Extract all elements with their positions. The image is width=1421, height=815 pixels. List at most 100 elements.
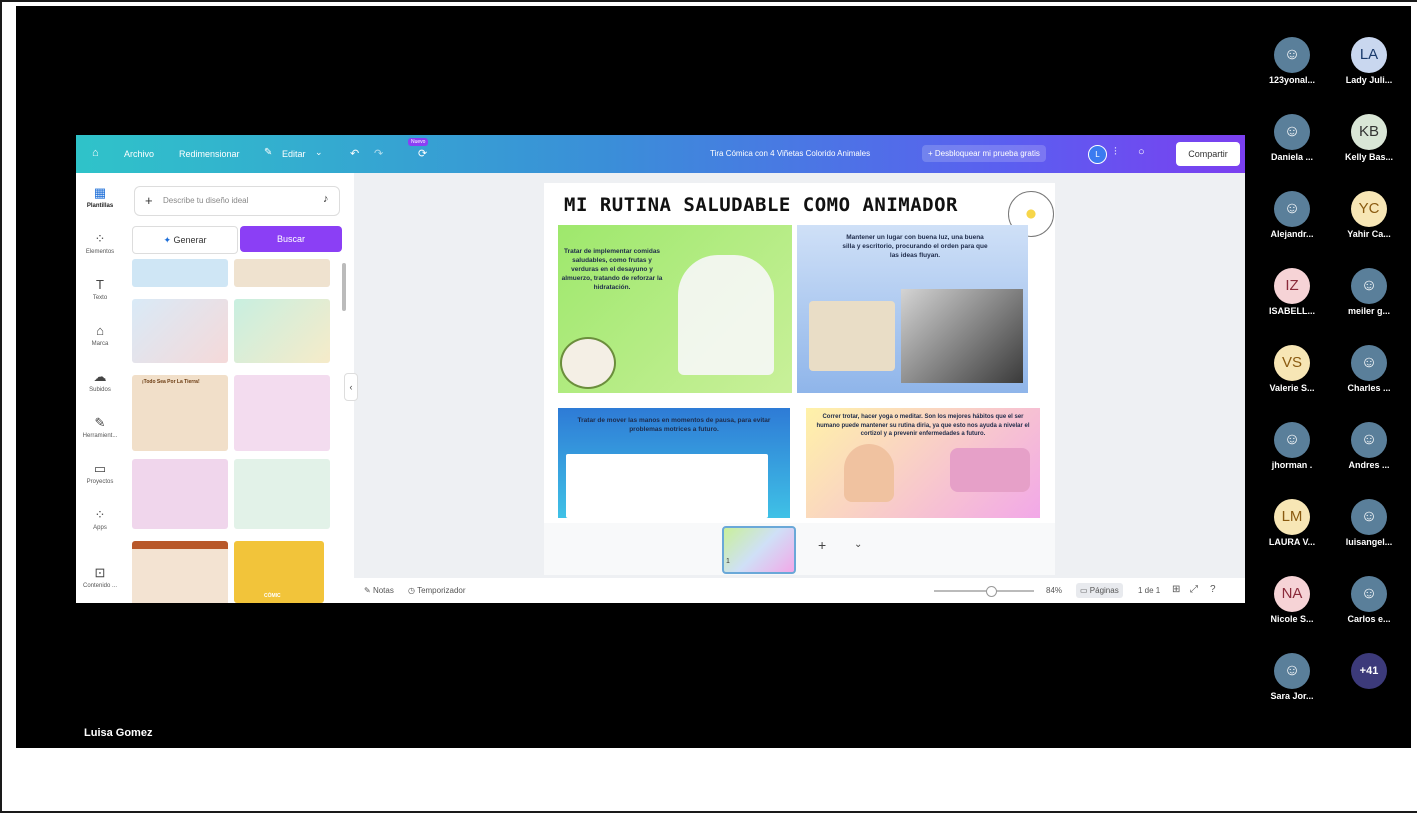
hand-exercise-sheet (566, 454, 768, 518)
participant-tile[interactable]: LM LAURA V... (1262, 499, 1322, 547)
participant-name: Carlos e... (1347, 614, 1391, 624)
illustration-yoga-woman (844, 444, 894, 502)
plus-icon: + (145, 193, 153, 208)
timer-button[interactable]: ◷ Temporizador (408, 586, 466, 595)
rail-templates[interactable]: ▦ Plantillas (76, 185, 124, 209)
pages-button[interactable]: ▭ Páginas (1076, 583, 1123, 598)
brand-icon: ⌂ (96, 323, 104, 338)
icon-rail: ▦ Plantillas ⁘ Elementos T Texto ⌂ Marca ☁ Su… (76, 173, 125, 603)
sync-icon[interactable]: ⟳ (418, 147, 427, 160)
template-thumb[interactable] (132, 299, 228, 363)
participant-name: luisangel... (1345, 537, 1393, 547)
elements-icon: ⁘ (94, 231, 106, 246)
participant-tile[interactable]: LA Lady Juli... (1339, 37, 1399, 85)
template-title: ¡Todo Sea Por La Tierra! (142, 379, 200, 385)
rail-text[interactable]: T Texto (76, 277, 124, 301)
card-text-workspace: Mantener un lugar con buena luz, una bue… (842, 234, 988, 259)
collapse-panel-button[interactable]: ‹ (344, 373, 358, 401)
apps-icon: ⁘ (94, 507, 106, 522)
person-icon: ☺ (1351, 268, 1387, 304)
participant-tile[interactable]: ☺ Andres ... (1339, 422, 1399, 470)
template-thumb[interactable] (234, 259, 330, 287)
nuevo-badge: Nuevo (408, 138, 429, 146)
participant-tile[interactable]: ☺ 123yonal... (1262, 37, 1322, 85)
page-thumbnail-number: 1 (726, 558, 730, 565)
menu-redimensionar[interactable]: Redimensionar (179, 149, 240, 159)
participant-tile[interactable]: ☺ meiler g... (1339, 268, 1399, 316)
rail-uploads[interactable]: ☁ Subidos (76, 369, 124, 393)
template-thumb[interactable] (132, 459, 228, 529)
panel-scrollbar[interactable] (342, 263, 346, 311)
content-icon: ⊡ (94, 565, 106, 580)
participant-tile[interactable]: ☺ Charles ... (1339, 345, 1399, 393)
menu-editar[interactable]: Editar (282, 149, 306, 159)
person-icon: ☺ (1351, 499, 1387, 535)
participant-avatar: KB (1351, 114, 1387, 150)
zoom-slider-handle[interactable] (986, 586, 997, 597)
participant-tile[interactable]: ☺ Alejandr... (1262, 191, 1322, 239)
unlock-trial-button[interactable]: + Desbloquear mi prueba gratis (922, 145, 1046, 162)
menu-archivo[interactable]: Archivo (124, 149, 154, 159)
rail-tools[interactable]: ✎ Herramient... (76, 415, 124, 439)
canva-topbar: ⌂ Archivo Redimensionar ✎ Editar ⌄ ↶ ↷ N… (76, 135, 1245, 173)
participant-tile[interactable]: +41 (1339, 653, 1399, 691)
generate-button[interactable]: ✦ Generar (132, 226, 238, 254)
participant-tile[interactable]: KB Kelly Bas... (1339, 114, 1399, 162)
participant-avatar: +41 (1351, 653, 1387, 689)
rail-projects[interactable]: ▭ Proyectos (76, 461, 124, 485)
participant-name: Nicole S... (1270, 614, 1314, 624)
share-button[interactable]: Compartir (1176, 142, 1240, 166)
zoom-slider[interactable] (934, 586, 1034, 597)
notes-button[interactable]: ✎ Notas (364, 586, 394, 595)
microphone-icon[interactable]: ♪ (323, 193, 329, 205)
template-thumb[interactable] (234, 299, 330, 363)
document-title[interactable]: Tira Cómica con 4 Viñetas Colorido Anima… (710, 149, 870, 158)
template-thumb[interactable]: Cuento Titlo (132, 541, 228, 603)
rail-brand[interactable]: ⌂ Marca (76, 323, 124, 347)
participant-tile[interactable]: ☺ Carlos e... (1339, 576, 1399, 624)
comment-icon[interactable]: ○ (1138, 146, 1145, 158)
chevron-down-icon[interactable]: ⌄ (315, 147, 323, 158)
fullscreen-icon[interactable]: ⤢ (1190, 584, 1198, 595)
home-icon[interactable]: ⌂ (92, 147, 99, 159)
redo-icon[interactable]: ↷ (374, 147, 383, 160)
add-page-icon[interactable]: + (818, 537, 826, 553)
rail-content[interactable]: ⊡ Contenido ... (76, 565, 124, 589)
person-icon: ☺ (1274, 37, 1310, 73)
illustration-woman-eating (678, 255, 774, 375)
participant-tile[interactable]: ☺ jhorman . (1262, 422, 1322, 470)
chevron-down-icon[interactable]: ⌄ (854, 539, 862, 550)
user-avatar[interactable]: L (1088, 145, 1107, 164)
rail-apps[interactable]: ⁘ Apps (76, 507, 124, 531)
search-button[interactable]: Buscar (240, 226, 342, 252)
template-thumb[interactable]: CÓMIC (234, 541, 324, 603)
pages-icon: ▭ (1080, 586, 1088, 595)
rail-elements[interactable]: ⁘ Elementos (76, 231, 124, 255)
card-text-food: Tratar de implementar comidas saludables… (561, 248, 663, 291)
zoom-level[interactable]: 84% (1046, 586, 1062, 595)
template-thumb[interactable]: ¡Todo Sea Por La Tierra! (132, 375, 228, 451)
design-title[interactable]: MI RUTINA SALUDABLE COMO ANIMADOR (564, 194, 958, 216)
template-thumb[interactable] (234, 375, 330, 451)
analytics-icon[interactable]: ⫶ (1114, 146, 1117, 159)
participant-tile[interactable]: VS Valerie S... (1262, 345, 1322, 393)
participant-name: Lady Juli... (1345, 75, 1393, 85)
canva-bottombar: ✎ Notas ◷ Temporizador 84% ▭ Páginas 1 d… (354, 578, 1245, 603)
participant-tile[interactable]: ☺ Daniela ... (1262, 114, 1322, 162)
undo-icon[interactable]: ↶ (350, 147, 359, 160)
grid-view-icon[interactable]: ⊞ (1172, 584, 1180, 595)
timer-icon: ◷ (408, 586, 415, 595)
card-text-exercise: Correr trotar, hacer yoga o meditar. Son… (816, 414, 1030, 437)
template-thumb[interactable] (234, 459, 330, 529)
participant-tile[interactable]: IZ ISABELL... (1262, 268, 1322, 316)
search-input[interactable]: + Describe tu diseño ideal ♪ (134, 186, 340, 216)
participant-tile[interactable]: NA Nicole S... (1262, 576, 1322, 624)
person-icon: ☺ (1274, 422, 1310, 458)
participant-tile[interactable]: YC Yahir Ca... (1339, 191, 1399, 239)
participant-tile[interactable]: ☺ luisangel... (1339, 499, 1399, 547)
page-thumbnail[interactable]: 1 (722, 526, 796, 574)
participant-tile[interactable]: ☺ Sara Jor... (1262, 653, 1322, 701)
help-icon[interactable]: ? (1210, 584, 1216, 595)
participant-name: LAURA V... (1268, 537, 1316, 547)
template-thumb[interactable] (132, 259, 228, 287)
